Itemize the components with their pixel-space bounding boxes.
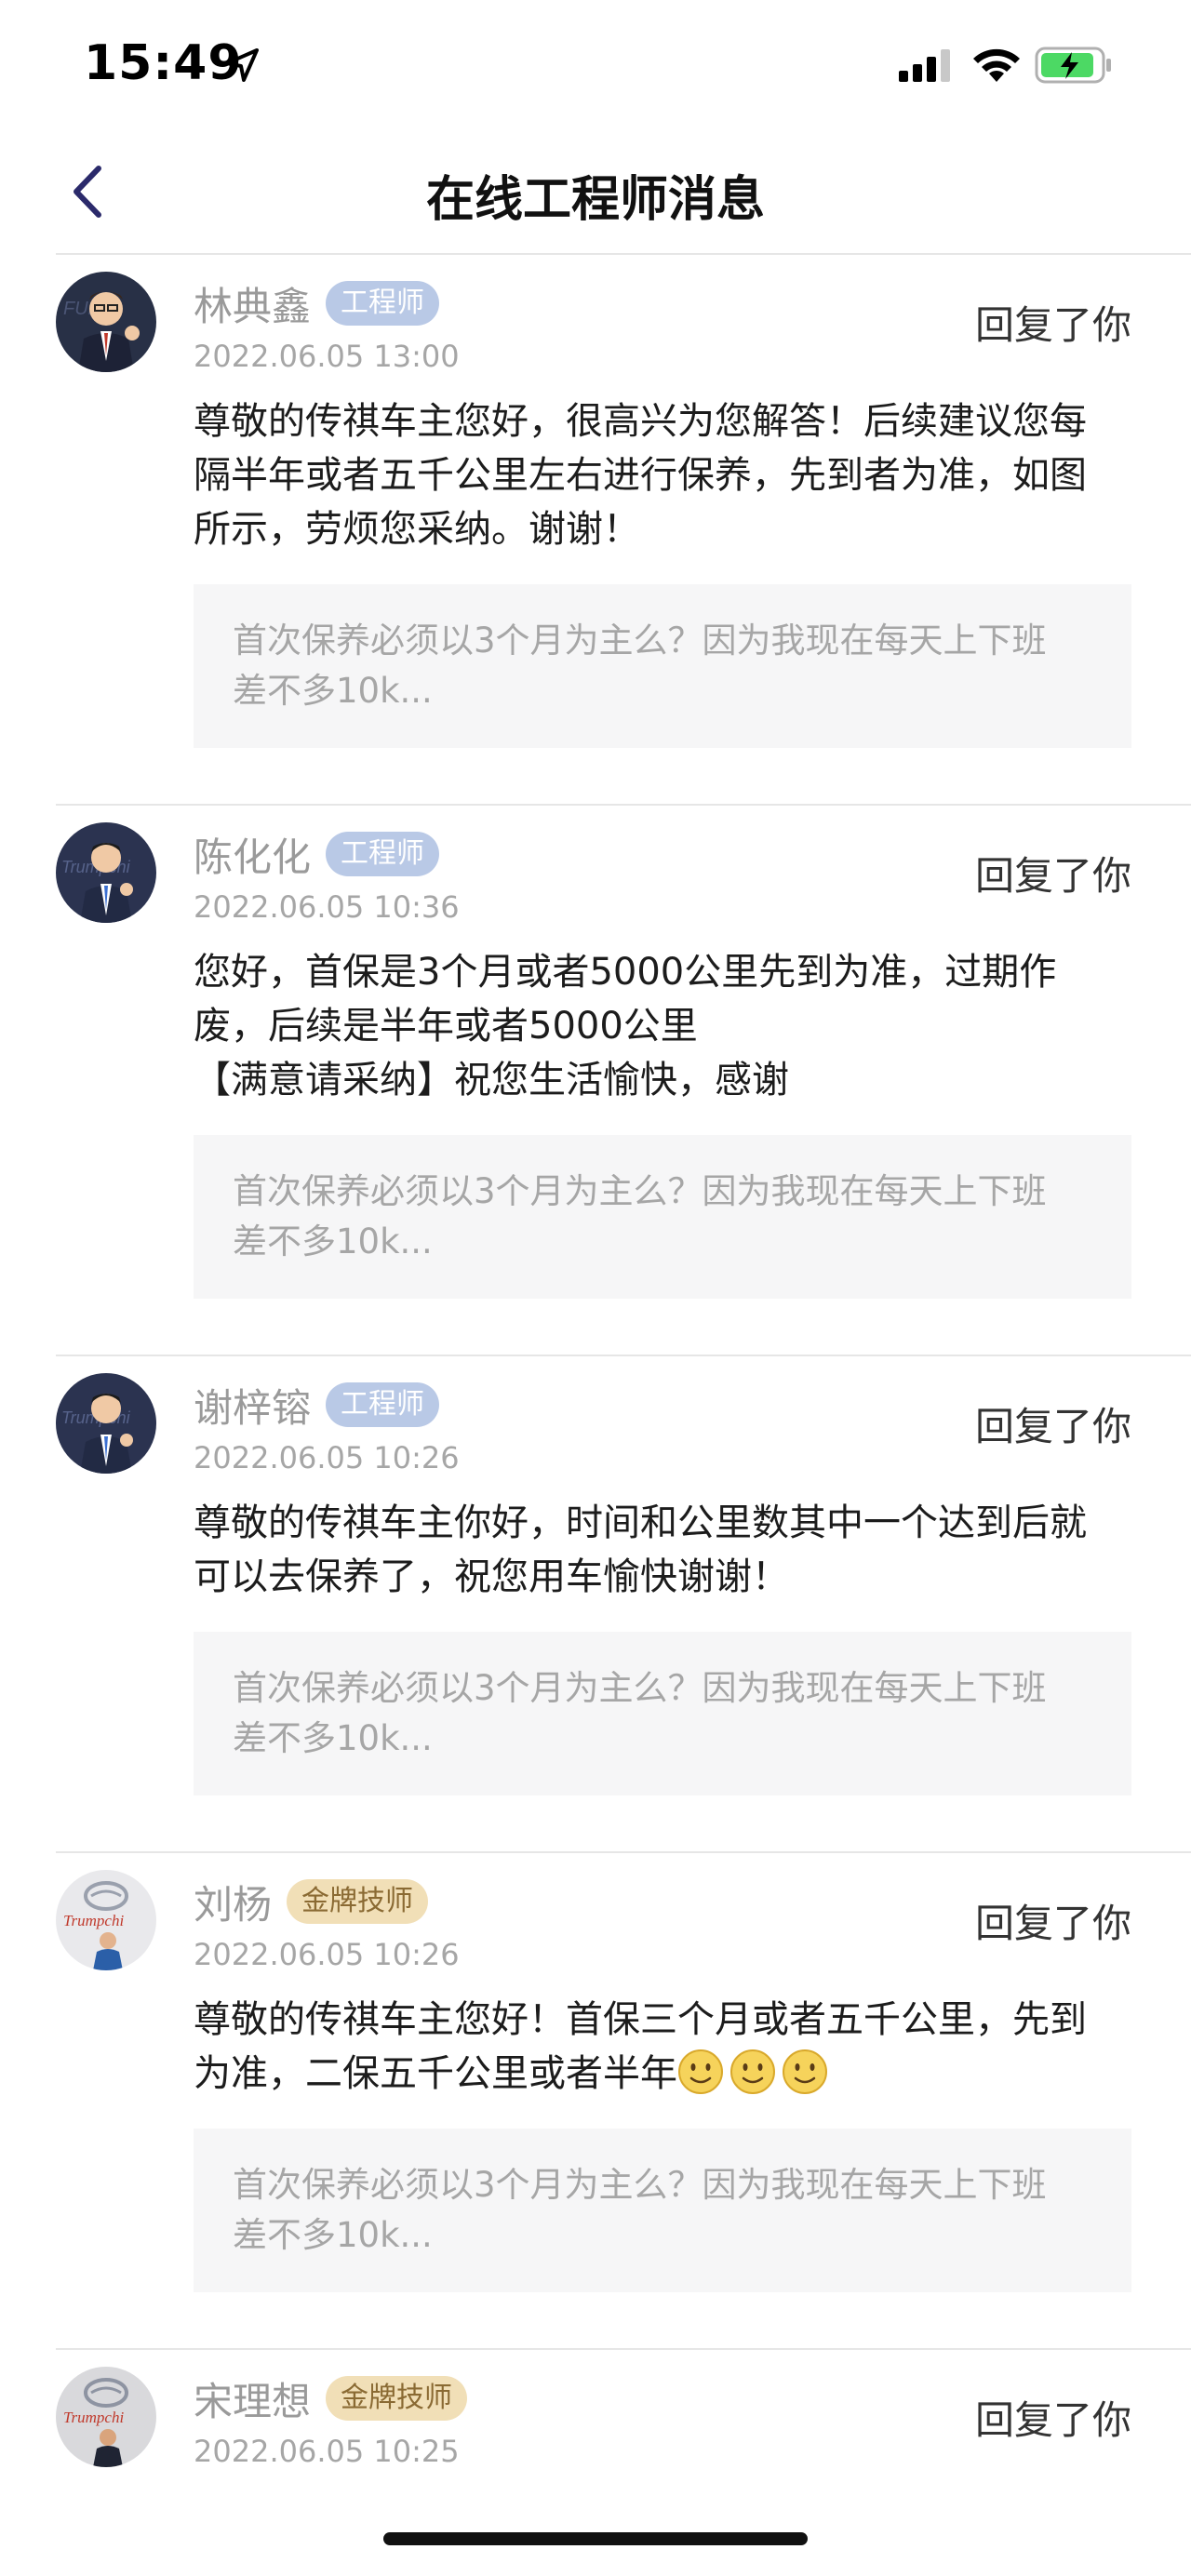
quoted-question[interactable]: 首次保养必须以3个月为主么？因为我现在每天上下班 差不多10k... xyxy=(194,1135,1131,1299)
svg-text:Trumpchi: Trumpchi xyxy=(63,1912,124,1929)
screen: 15:49 在线工程师消息 FUN 林典鑫 工程师 2022.06.05 13:… xyxy=(0,0,1191,2576)
svg-text:Trumpchi: Trumpchi xyxy=(63,2409,124,2426)
technician-avatar[interactable]: Trumpchi xyxy=(56,2367,156,2467)
engineer-avatar[interactable]: Trumpchi xyxy=(56,822,156,923)
message-time: 2022.06.05 13:00 xyxy=(194,339,460,374)
reply-label: 回复了你 xyxy=(974,853,1131,899)
name-row: 谢梓镕 工程师 xyxy=(194,1377,440,1434)
battery-charging-icon xyxy=(1035,47,1111,84)
role-badge: 金牌技师 xyxy=(326,2376,468,2421)
name-row: 陈化化 工程师 xyxy=(194,826,440,883)
message-list: FUN 林典鑫 工程师 2022.06.05 13:00 回复了你 尊敬的传祺车… xyxy=(0,253,1191,2555)
technician-name[interactable]: 宋理想 xyxy=(194,2370,311,2427)
engineer-avatar[interactable]: Trumpchi xyxy=(56,1373,156,1474)
smile-emoji-icon xyxy=(783,2049,827,2094)
technician-name[interactable]: 刘杨 xyxy=(194,1874,272,1930)
engineer-name[interactable]: 谢梓镕 xyxy=(194,1377,311,1434)
message-item[interactable]: Trumpchi 谢梓镕 工程师 2022.06.05 10:26 回复了你 尊… xyxy=(0,1356,1191,1851)
technician-avatar[interactable]: Trumpchi xyxy=(56,1870,156,1970)
cellular-signal-icon xyxy=(899,49,950,82)
quoted-question[interactable]: 首次保养必须以3个月为主么？因为我现在每天上下班 差不多10k... xyxy=(194,1632,1131,1795)
page-title: 在线工程师消息 xyxy=(425,172,765,228)
engineer-name[interactable]: 陈化化 xyxy=(194,826,311,883)
reply-label: 回复了你 xyxy=(974,1901,1131,1946)
engineer-name[interactable]: 林典鑫 xyxy=(194,275,311,332)
nav-bar: 在线工程师消息 xyxy=(0,130,1191,253)
message-item[interactable]: Trumpchi 陈化化 工程师 2022.06.05 10:36 回复了你 您… xyxy=(0,806,1191,1355)
status-time: 15:49 xyxy=(84,35,243,91)
smile-emoji-icon xyxy=(730,2049,775,2094)
name-row: 林典鑫 工程师 xyxy=(194,275,440,332)
wifi-icon xyxy=(973,48,1020,82)
location-arrow-icon xyxy=(225,48,259,82)
message-time: 2022.06.05 10:26 xyxy=(194,1440,460,1475)
role-badge: 金牌技师 xyxy=(287,1879,429,1924)
role-badge: 工程师 xyxy=(326,281,440,326)
role-badge: 工程师 xyxy=(326,1382,440,1427)
message-time: 2022.06.05 10:26 xyxy=(194,1937,460,1972)
name-row: 刘杨 金牌技师 xyxy=(194,1874,429,1930)
role-badge: 工程师 xyxy=(326,832,440,876)
smile-emoji-icon xyxy=(678,2049,723,2094)
home-indicator[interactable] xyxy=(383,2532,808,2545)
reply-text: 尊敬的传祺车主您好！首保三个月或者五千公里，先到 为准，二保五千公里或者半年 xyxy=(194,1998,1087,2095)
message-item[interactable]: Trumpchi 刘杨 金牌技师 2022.06.05 10:26 回复了你 尊… xyxy=(0,1853,1191,2348)
engineer-avatar[interactable]: FUN xyxy=(56,272,156,372)
message-time: 2022.06.05 10:25 xyxy=(194,2434,460,2469)
status-bar: 15:49 xyxy=(0,0,1191,130)
reply-label: 回复了你 xyxy=(974,2397,1131,2443)
message-item[interactable]: Trumpchi 宋理想 金牌技师 2022.06.05 10:25 回复了你 xyxy=(0,2350,1191,2555)
reply-label: 回复了你 xyxy=(974,1404,1131,1449)
reply-label: 回复了你 xyxy=(974,302,1131,348)
message-time: 2022.06.05 10:36 xyxy=(194,889,460,925)
quoted-question[interactable]: 首次保养必须以3个月为主么？因为我现在每天上下班 差不多10k... xyxy=(194,584,1131,748)
message-item[interactable]: FUN 林典鑫 工程师 2022.06.05 13:00 回复了你 尊敬的传祺车… xyxy=(0,255,1191,804)
quoted-question[interactable]: 首次保养必须以3个月为主么？因为我现在每天上下班 差不多10k... xyxy=(194,2129,1131,2292)
name-row: 宋理想 金牌技师 xyxy=(194,2370,468,2427)
